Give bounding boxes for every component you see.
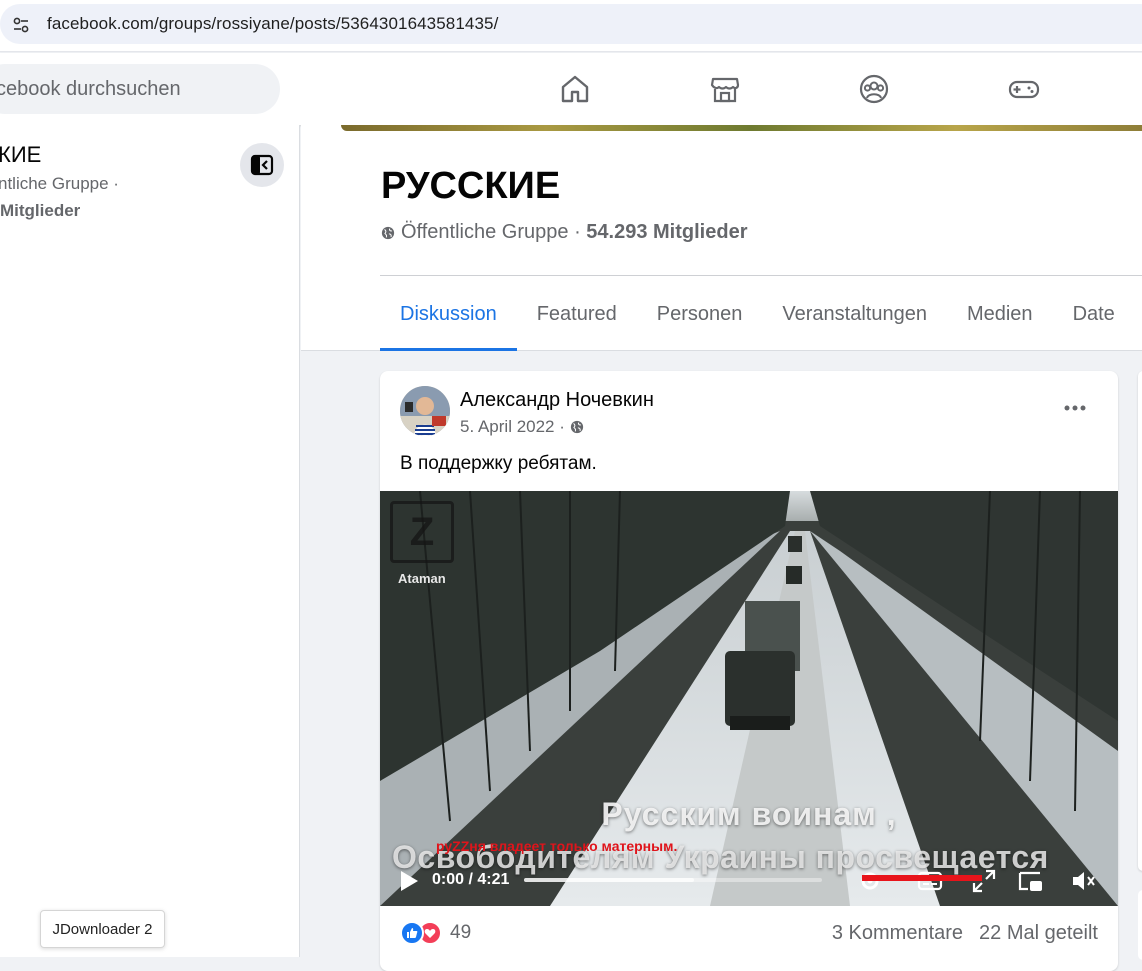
globe-icon: [381, 226, 395, 239]
post-reactions[interactable]: 49: [400, 921, 471, 945]
globe-icon: [570, 420, 584, 434]
play-icon[interactable]: [398, 869, 420, 893]
group-title[interactable]: РУССКИЕ: [381, 165, 560, 208]
home-icon[interactable]: [559, 73, 591, 105]
watermark-label: Ataman: [398, 571, 446, 586]
search-input[interactable]: [0, 64, 280, 114]
group-meta: Öffentliche Gruppe · 54.293 Mitglieder: [381, 221, 747, 244]
watermark-letter: Z: [409, 509, 435, 554]
video-buffer: [524, 878, 694, 882]
post-more-button[interactable]: [1060, 393, 1090, 423]
tab-dateien[interactable]: Date: [1053, 277, 1135, 351]
group-tabs: Diskussion Featured Personen Veranstaltu…: [380, 277, 1135, 351]
red-overlay-bar: [862, 875, 982, 881]
facebook-header: [0, 53, 1142, 125]
side-card: [1138, 890, 1142, 960]
picture-in-picture-icon[interactable]: [1016, 867, 1044, 895]
video-progress-bar[interactable]: [524, 878, 822, 882]
sidebar-toggle-button[interactable]: [240, 143, 284, 187]
overlay-caption: руZZня владеет только матерным.: [436, 838, 678, 854]
sidebar-collapse-icon: [250, 154, 274, 176]
group-member-count[interactable]: 54.293 Mitglieder: [586, 221, 747, 244]
post-card: Александр Ночевкин 5. April 2022 · В под…: [380, 371, 1118, 971]
site-settings-icon[interactable]: [12, 16, 30, 34]
url-bar[interactable]: facebook.com/groups/rossiyane/posts/5364…: [0, 4, 1142, 44]
sidebar-group-members: Mitglieder: [0, 201, 81, 220]
post-stats: 3 Kommentare 22 Mal geteilt: [832, 922, 1098, 945]
mute-icon[interactable]: [1070, 867, 1098, 895]
tab-featured[interactable]: Featured: [517, 277, 637, 351]
meta-separator: ·: [568, 221, 587, 243]
comments-count[interactable]: 3 Kommentare: [832, 922, 963, 945]
sidebar-group-title[interactable]: КИЕ: [0, 142, 41, 168]
marketplace-icon[interactable]: [709, 73, 741, 105]
fullscreen-icon[interactable]: [970, 867, 998, 895]
tab-diskussion[interactable]: Diskussion: [380, 277, 517, 351]
browser-address-bar: facebook.com/groups/rossiyane/posts/5364…: [0, 0, 1142, 52]
video-subtitle-line1: Русским воинам ,: [601, 796, 897, 832]
video-time: 0:00 / 4:21: [432, 871, 510, 888]
side-card: [1138, 371, 1142, 871]
more-icon: [1064, 405, 1086, 411]
video-controls: 0:00 / 4:21: [380, 861, 1118, 906]
post-date: 5. April 2022 ·: [460, 417, 584, 437]
post-text: В поддержку ребятам.: [400, 453, 597, 474]
captions-icon[interactable]: [916, 867, 944, 895]
gaming-icon[interactable]: [1008, 73, 1040, 105]
avatar-image: [400, 386, 450, 436]
search-box[interactable]: [0, 64, 280, 114]
group-header: РУССКИЕ Öffentliche Gruppe · 54.293 Mitg…: [301, 125, 1142, 351]
settings-icon[interactable]: [856, 867, 884, 895]
tab-medien[interactable]: Medien: [947, 277, 1053, 351]
group-visibility: Öffentliche Gruppe: [401, 221, 569, 243]
post-timestamp[interactable]: 5. April 2022 ·: [460, 417, 565, 437]
cover-photo[interactable]: [341, 125, 1142, 131]
groups-icon[interactable]: [858, 73, 890, 105]
watermark-logo: Z: [390, 501, 454, 563]
avatar[interactable]: [400, 386, 450, 436]
group-sidebar: КИЕ ntliche Gruppe · Mitglieder JDownloa…: [0, 125, 300, 957]
sidebar-group-visibility: ntliche Gruppe ·: [0, 174, 119, 193]
jdownloader-tooltip: JDownloader 2: [40, 910, 165, 948]
post-author[interactable]: Александр Ночевкин: [460, 389, 654, 412]
url-text[interactable]: facebook.com/groups/rossiyane/posts/5364…: [47, 14, 498, 34]
tab-personen[interactable]: Personen: [637, 277, 763, 351]
shares-count[interactable]: 22 Mal geteilt: [979, 922, 1098, 945]
divider: [380, 275, 1142, 276]
reaction-count: 49: [450, 922, 472, 943]
like-icon: [400, 921, 424, 945]
tab-veranstaltungen[interactable]: Veranstaltungen: [762, 277, 947, 351]
